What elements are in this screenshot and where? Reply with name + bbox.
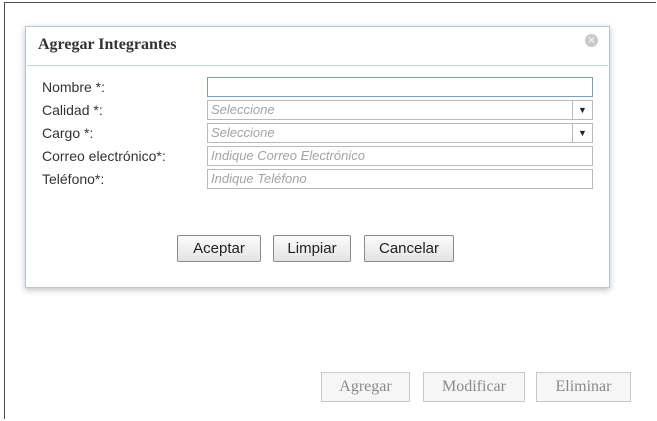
position-select[interactable]: Seleccione ▼ — [207, 123, 593, 143]
quality-select-value: Seleccione — [211, 102, 275, 117]
add-members-dialog: Agregar Integrantes × Nombre *: Calidad … — [25, 26, 610, 288]
position-select-value: Seleccione — [211, 125, 275, 140]
position-row: Cargo *: Seleccione ▼ — [26, 123, 609, 145]
accept-button[interactable]: Aceptar — [177, 235, 261, 262]
name-field[interactable] — [207, 77, 593, 97]
email-row: Correo electrónico*: Indique Correo Elec… — [26, 146, 609, 168]
email-label: Correo electrónico*: — [42, 148, 166, 164]
chevron-down-icon[interactable]: ▼ — [572, 124, 592, 142]
clear-button[interactable]: Limpiar — [273, 235, 351, 262]
chevron-down-icon[interactable]: ▼ — [572, 101, 592, 119]
delete-button[interactable]: Eliminar — [536, 372, 631, 402]
modify-button[interactable]: Modificar — [423, 372, 525, 402]
quality-row: Calidad *: Seleccione ▼ — [26, 100, 609, 122]
dialog-title: Agregar Integrantes — [38, 36, 177, 53]
phone-row: Teléfono*: Indique Teléfono — [26, 169, 609, 191]
cancel-button[interactable]: Cancelar — [364, 235, 454, 262]
phone-field[interactable]: Indique Teléfono — [207, 169, 593, 189]
close-icon[interactable]: × — [585, 34, 598, 47]
email-field[interactable]: Indique Correo Electrónico — [207, 146, 593, 166]
quality-label: Calidad *: — [42, 102, 103, 118]
title-divider — [27, 65, 608, 66]
name-row: Nombre *: — [26, 77, 609, 99]
position-label: Cargo *: — [42, 125, 94, 141]
quality-select[interactable]: Seleccione ▼ — [207, 100, 593, 120]
phone-label: Teléfono*: — [42, 171, 105, 187]
name-label: Nombre *: — [42, 79, 106, 95]
add-button[interactable]: Agregar — [321, 372, 410, 402]
